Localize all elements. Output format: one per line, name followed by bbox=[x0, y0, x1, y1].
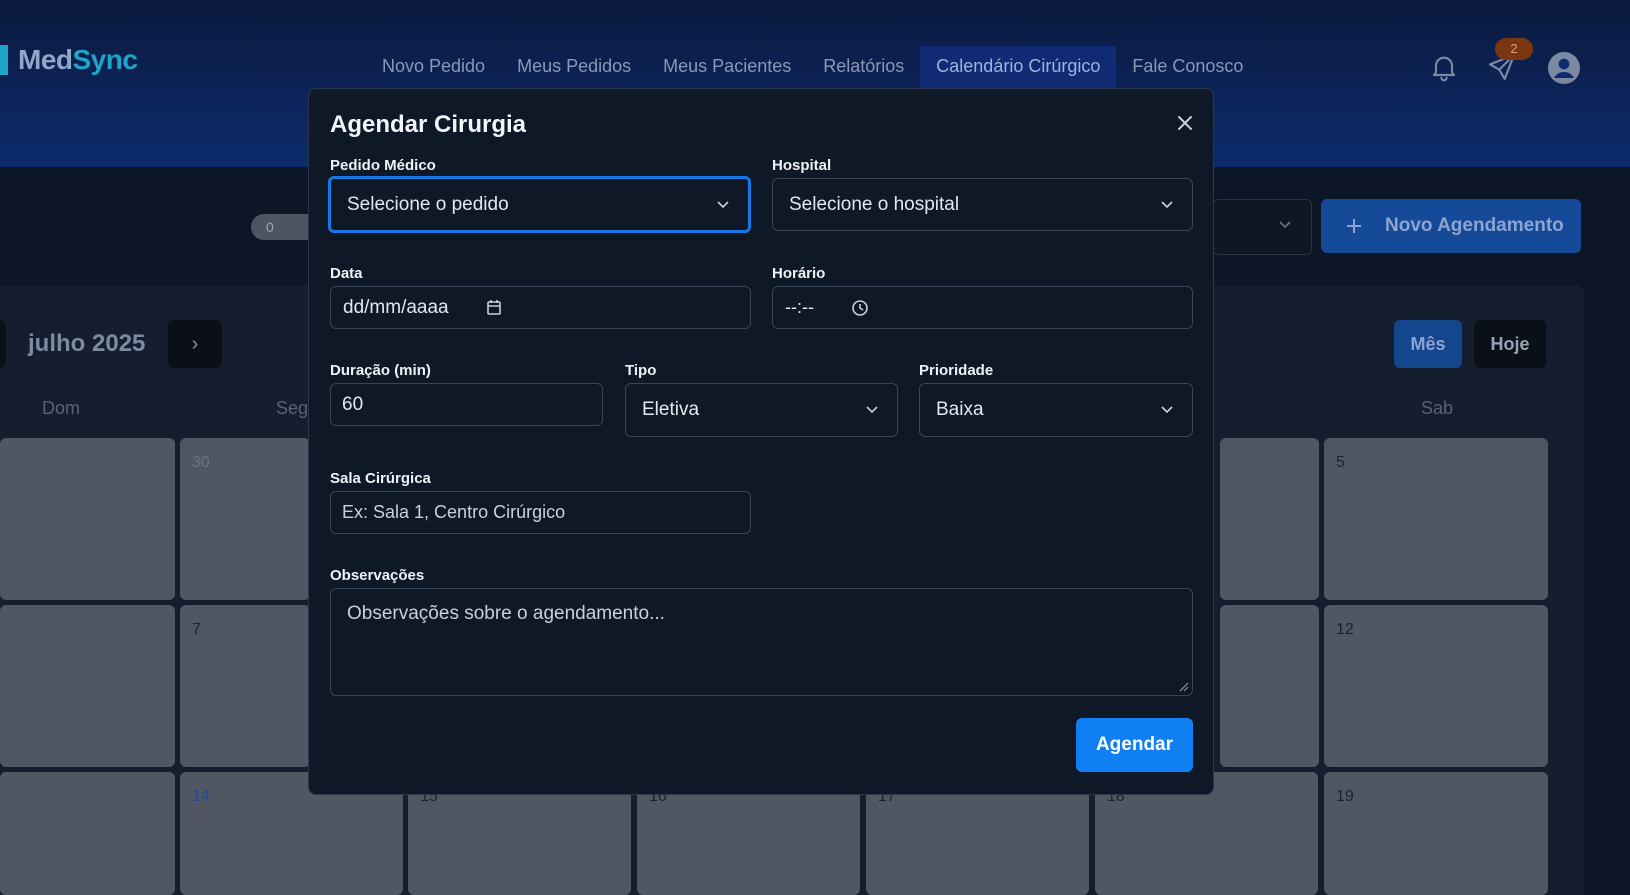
calendar-month-label: julho 2025 bbox=[28, 330, 146, 357]
weekday-seg: Seg bbox=[276, 398, 309, 418]
logo-text-med: Med bbox=[18, 44, 73, 75]
bell-icon[interactable] bbox=[1428, 51, 1460, 83]
horario-label: Horário bbox=[772, 265, 826, 282]
notification-badge: 2 bbox=[1495, 38, 1533, 60]
schedule-surgery-modal: Agendar Cirurgia Pedido Médico Selecione… bbox=[308, 88, 1214, 795]
nav-calendario-cirurgico[interactable]: Calendário Cirúrgico bbox=[920, 46, 1117, 91]
observacoes-placeholder: Observações sobre o agendamento... bbox=[347, 603, 665, 624]
pedido-select-value: Selecione o pedido bbox=[347, 193, 509, 215]
agendar-button[interactable]: Agendar bbox=[1076, 718, 1193, 772]
hospital-select-value: Selecione o hospital bbox=[789, 193, 960, 215]
new-appointment-button[interactable]: Novo Agendamento bbox=[1321, 199, 1581, 253]
observacoes-textarea[interactable]: Observações sobre o agendamento... bbox=[330, 588, 1193, 696]
nav-novo-pedido[interactable]: Novo Pedido bbox=[366, 46, 501, 91]
logo-mark bbox=[0, 45, 8, 75]
prioridade-select-value: Baixa bbox=[936, 399, 984, 420]
tipo-select-value: Eletiva bbox=[642, 399, 700, 420]
main-nav: Novo Pedido Meus Pedidos Meus Pacientes … bbox=[366, 46, 1259, 91]
time-input[interactable]: --:-- bbox=[772, 286, 1193, 329]
calendar-day[interactable]: 7 bbox=[180, 605, 310, 767]
hospital-select[interactable]: Selecione o hospital bbox=[772, 178, 1193, 231]
nav-meus-pacientes[interactable]: Meus Pacientes bbox=[647, 46, 807, 91]
chevron-down-icon bbox=[1161, 200, 1173, 208]
chevron-down-icon bbox=[717, 200, 729, 208]
sala-input[interactable]: Ex: Sala 1, Centro Cirúrgico bbox=[330, 491, 751, 534]
modal-title: Agendar Cirurgia bbox=[330, 111, 527, 138]
weekday-dom: Dom bbox=[42, 398, 81, 418]
next-month-button[interactable]: › bbox=[168, 320, 222, 368]
clock-icon[interactable] bbox=[851, 299, 869, 317]
nav-relatorios[interactable]: Relatórios bbox=[807, 46, 920, 91]
calendar-day[interactable]: 19 bbox=[1324, 772, 1548, 895]
time-input-value: --:-- bbox=[785, 297, 814, 317]
calendar-day[interactable] bbox=[1220, 605, 1319, 767]
chevron-down-icon bbox=[1279, 221, 1291, 229]
app-logo[interactable]: Med Sync bbox=[0, 42, 138, 78]
duration-input-value: 60 bbox=[342, 393, 364, 415]
nav-fale-conosco[interactable]: Fale Conosco bbox=[1116, 46, 1259, 91]
logo-text-sync: Sync bbox=[72, 44, 138, 75]
sala-input-placeholder: Ex: Sala 1, Centro Cirúrgico bbox=[342, 502, 566, 522]
tipo-label: Tipo bbox=[625, 362, 657, 379]
date-input-value: dd/mm/aaaa bbox=[343, 296, 449, 318]
data-label: Data bbox=[330, 265, 363, 282]
user-avatar-icon[interactable] bbox=[1548, 52, 1580, 84]
duracao-label: Duração (min) bbox=[330, 362, 431, 379]
prev-month-button[interactable] bbox=[0, 320, 6, 368]
hospital-label: Hospital bbox=[772, 157, 832, 174]
calendar-day[interactable] bbox=[0, 438, 175, 600]
calendar-day[interactable]: 12 bbox=[1324, 605, 1548, 767]
calendar-day[interactable]: 30 bbox=[180, 438, 310, 600]
calendar-icon[interactable] bbox=[486, 299, 502, 316]
calendar-day[interactable] bbox=[0, 772, 175, 895]
calendar-day[interactable] bbox=[0, 605, 175, 767]
weekday-sab: Sab bbox=[1421, 398, 1454, 418]
nav-meus-pedidos[interactable]: Meus Pedidos bbox=[501, 46, 647, 91]
chevron-down-icon bbox=[866, 406, 878, 414]
tipo-select[interactable]: Eletiva bbox=[625, 383, 898, 437]
chevron-right-icon: › bbox=[191, 333, 199, 355]
pedido-select[interactable]: Selecione o pedido bbox=[328, 176, 751, 233]
view-month-button[interactable]: Mês bbox=[1394, 320, 1462, 368]
prioridade-select[interactable]: Baixa bbox=[919, 383, 1193, 437]
date-input[interactable]: dd/mm/aaaa bbox=[330, 286, 751, 329]
calendar-day[interactable]: 5 bbox=[1324, 438, 1548, 600]
filter-select[interactable] bbox=[1212, 199, 1312, 255]
chevron-down-icon bbox=[1161, 406, 1173, 414]
observacoes-label: Observações bbox=[330, 567, 425, 584]
sala-label: Sala Cirúrgica bbox=[330, 470, 431, 487]
prioridade-label: Prioridade bbox=[919, 362, 994, 379]
calendar-day[interactable] bbox=[1220, 438, 1319, 600]
duration-input[interactable]: 60 bbox=[330, 383, 603, 426]
plus-icon bbox=[1347, 219, 1361, 233]
pedido-label: Pedido Médico bbox=[330, 157, 436, 174]
today-button[interactable]: Hoje bbox=[1474, 320, 1546, 368]
new-appointment-label: Novo Agendamento bbox=[1385, 215, 1564, 236]
resize-handle-icon[interactable] bbox=[1179, 682, 1189, 692]
close-icon[interactable] bbox=[1171, 109, 1199, 137]
